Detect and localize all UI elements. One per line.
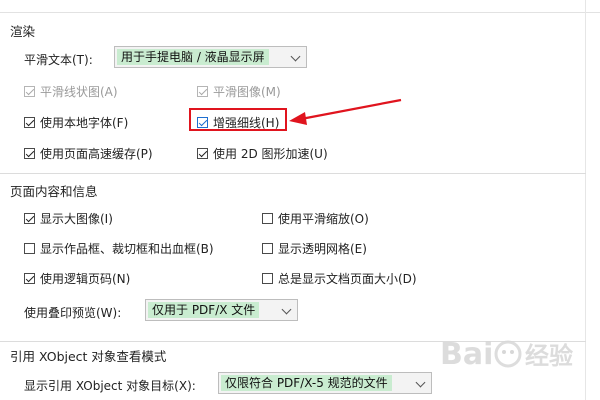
smooth-zoom-label: 使用平滑缩放(O): [278, 212, 369, 226]
overprint-preview-label: 使用叠印预览(W):: [24, 306, 122, 320]
smooth-images-label: 平滑图像(M): [213, 85, 281, 99]
page-cache-label: 使用页面高速缓存(P): [40, 147, 153, 161]
page-cache-checkbox[interactable]: 使用页面高速缓存(P): [24, 145, 153, 162]
smooth-lineart-checkbox: 平滑线状图(A): [24, 83, 118, 100]
use-local-fonts-label: 使用本地字体(F): [40, 116, 129, 130]
red-arrow-icon: [289, 98, 402, 125]
show-transparency-grid-label: 显示透明网格(E): [278, 242, 367, 256]
page-content-section-title: 页面内容和信息: [10, 184, 98, 199]
smooth-lineart-label: 平滑线状图(A): [40, 85, 118, 99]
2d-acceleration-label: 使用 2D 图形加速(U): [213, 147, 328, 161]
logical-page-numbers-label: 使用逻辑页码(N): [40, 272, 131, 286]
svg-text:Bai: Bai: [440, 337, 493, 372]
smooth-images-checkbox: 平滑图像(M): [197, 83, 281, 100]
top-divider: [0, 0, 600, 13]
checkbox-box[interactable]: [197, 148, 208, 159]
chevron-down-icon: [415, 377, 426, 388]
checkbox-box[interactable]: [262, 243, 273, 254]
render-section-title: 渲染: [10, 24, 36, 39]
logical-page-numbers-checkbox[interactable]: 使用逻辑页码(N): [24, 270, 130, 287]
show-large-images-label: 显示大图像(I): [40, 212, 113, 226]
svg-text:经验: 经验: [525, 342, 573, 370]
xobject-section-title: 引用 XObject 对象查看模式: [10, 349, 167, 364]
checkbox-box: [197, 86, 208, 97]
smooth-text-value: 用于手提电脑 / 液晶显示屏: [117, 49, 269, 65]
smooth-text-label: 平滑文本(T):: [24, 53, 93, 67]
xobject-target-label: 显示引用 XObject 对象目标(X):: [24, 379, 196, 393]
smooth-zoom-checkbox[interactable]: 使用平滑缩放(O): [262, 210, 369, 227]
checkbox-box[interactable]: [24, 213, 35, 224]
highlight-box: [189, 108, 287, 131]
smooth-text-dropdown[interactable]: 用于手提电脑 / 液晶显示屏: [114, 46, 307, 68]
always-show-page-size-label: 总是显示文档页面大小(D): [278, 272, 417, 286]
2d-acceleration-checkbox[interactable]: 使用 2D 图形加速(U): [197, 145, 328, 162]
chevron-down-icon: [290, 51, 301, 62]
show-art-trim-bleed-checkbox[interactable]: 显示作品框、裁切框和出血框(B): [24, 240, 214, 257]
show-transparency-grid-checkbox[interactable]: 显示透明网格(E): [262, 240, 367, 257]
checkbox-box[interactable]: [262, 273, 273, 284]
overprint-preview-value: 仅用于 PDF/X 文件: [148, 302, 260, 318]
checkbox-box[interactable]: [24, 117, 35, 128]
chevron-down-icon: [281, 304, 292, 315]
checkbox-box: [24, 86, 35, 97]
overprint-preview-dropdown[interactable]: 仅用于 PDF/X 文件: [145, 299, 298, 321]
use-local-fonts-checkbox[interactable]: 使用本地字体(F): [24, 114, 128, 131]
checkbox-box[interactable]: [24, 148, 35, 159]
checkbox-box[interactable]: [24, 243, 35, 254]
xobject-target-dropdown[interactable]: 仅限符合 PDF/X-5 规范的文件: [218, 372, 432, 394]
checkbox-box[interactable]: [262, 213, 273, 224]
always-show-page-size-checkbox[interactable]: 总是显示文档页面大小(D): [262, 270, 417, 287]
show-large-images-checkbox[interactable]: 显示大图像(I): [24, 210, 113, 227]
baidu-watermark-logo: Bai 经验: [440, 337, 573, 372]
checkbox-box[interactable]: [24, 273, 35, 284]
xobject-target-value: 仅限符合 PDF/X-5 规范的文件: [221, 375, 392, 391]
show-art-trim-bleed-label: 显示作品框、裁切框和出血框(B): [40, 242, 214, 256]
section-divider: [0, 173, 586, 174]
